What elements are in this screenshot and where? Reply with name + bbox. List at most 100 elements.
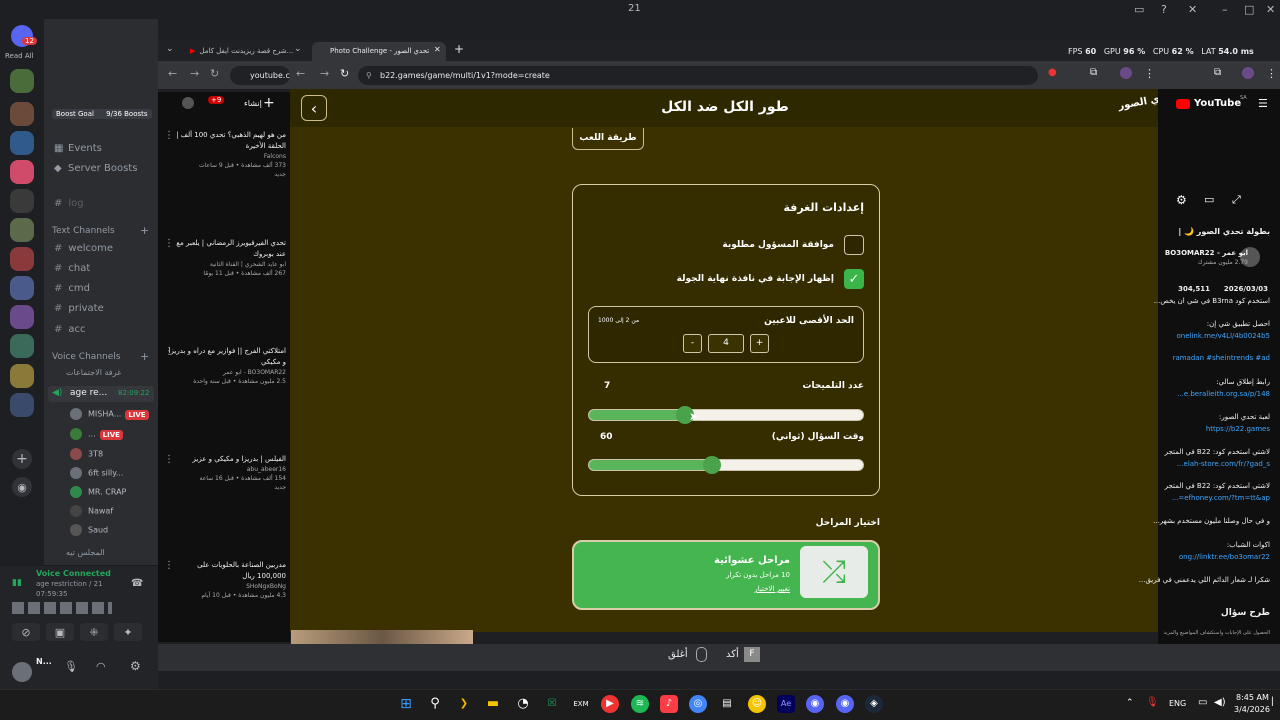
description-link[interactable]: elah-store.com/fr/?gad_s...	[1177, 460, 1270, 468]
add-voice-channel-icon[interactable]: +	[140, 350, 149, 363]
server-icon[interactable]	[10, 305, 34, 329]
server-icon[interactable]	[10, 393, 34, 417]
notifications-icon[interactable]: ▏	[1272, 697, 1278, 706]
voice-user[interactable]: 6ft silly...	[70, 467, 124, 479]
fullscreen-icon[interactable]: ⤢	[1232, 193, 1241, 207]
reload-icon-2[interactable]: ↻	[340, 67, 349, 80]
username[interactable]: N...	[36, 657, 52, 666]
increment-button[interactable]: +	[750, 334, 769, 353]
avatar[interactable]	[182, 97, 194, 109]
discord-icon[interactable]: ◉	[836, 695, 854, 713]
channel-log[interactable]: log	[54, 198, 83, 209]
app-icon[interactable]: ▤	[718, 695, 736, 713]
app-icon[interactable]: ☺	[748, 695, 766, 713]
server-icon[interactable]	[10, 334, 34, 358]
menu-icon[interactable]: ⋮	[1144, 67, 1155, 80]
activities-icon[interactable]: ⁜	[80, 623, 108, 641]
reload-icon[interactable]: ↻	[210, 67, 219, 80]
active-voice-channel[interactable]: ◀) age re... 82:09:22	[48, 386, 154, 402]
url-bar-youtube[interactable]: youtube.com	[230, 66, 290, 85]
video-item[interactable]: ⋮ امتلاكتي الفرج || فوازير مع دراه و بدر…	[164, 346, 286, 386]
tab-list-icon-2[interactable]: ⌄	[294, 44, 302, 54]
forward-icon[interactable]: →	[190, 67, 199, 80]
more-icon[interactable]: ⋮	[164, 346, 174, 357]
camera-off-icon[interactable]: ⊘	[12, 623, 40, 641]
voice-channel-majlis[interactable]: المجلس تيه	[66, 548, 105, 557]
more-icon[interactable]: ⋮	[164, 130, 174, 141]
ask-question-title[interactable]: طرح سؤال	[1221, 608, 1270, 618]
close-hint[interactable]: أغلق	[668, 649, 688, 660]
url-bar[interactable]: ⚲ b22.games/game/multi/1v1?mode=create	[358, 66, 1038, 85]
spotify-icon[interactable]: ≋	[631, 695, 649, 713]
voice-user[interactable]: MR. CRAP	[70, 486, 126, 498]
video-item[interactable]: ⋮ الفيلس | بدريزا و مكيكي و عزيز abu_abe…	[164, 454, 286, 492]
steam-icon[interactable]: ◈	[865, 695, 883, 713]
voice-connected-label[interactable]: Voice Connected	[36, 569, 111, 578]
max-players-input[interactable]: 4	[708, 334, 744, 353]
text-channels-header[interactable]: Text Channels	[52, 226, 115, 236]
video-item[interactable]: ⋮ تحدي الفيرفيويرز الرمضاني | يلعبر مع ع…	[164, 238, 286, 278]
voice-channel-meetings[interactable]: غرفة الاجتماعات	[66, 368, 121, 377]
mic-icon[interactable]: 🎙	[1146, 697, 1159, 708]
video-item[interactable]: ⋮ مدربين الصناعة بالحلويات على 100,000 ر…	[164, 560, 286, 600]
after-effects-icon[interactable]: Ae	[777, 695, 795, 713]
more-icon[interactable]: ⋮	[164, 238, 174, 249]
server-boosts-item[interactable]: Server Boosts	[68, 163, 137, 174]
voice-user[interactable]: 3T8	[70, 448, 103, 460]
server-icon[interactable]	[10, 247, 34, 271]
description-tags[interactable]: ramadan #sheintrends #ad	[1173, 354, 1270, 362]
settings-icon[interactable]: ⚙	[1176, 193, 1187, 207]
description-link[interactable]: https://b22.games	[1206, 425, 1270, 433]
app-icon[interactable]: ☒	[543, 695, 561, 713]
channel-cmd[interactable]: cmd	[54, 283, 90, 294]
miniplayer-icon[interactable]: ▭	[1204, 193, 1214, 206]
headphones-icon[interactable]: ◠	[96, 660, 106, 673]
server-icon[interactable]	[10, 131, 34, 155]
language-indicator[interactable]: ENG	[1169, 699, 1186, 708]
monitor-icon[interactable]: ▭	[1198, 697, 1207, 708]
search-icon[interactable]: ⚲	[426, 695, 444, 713]
server-icon[interactable]	[10, 364, 34, 388]
clock-date[interactable]: 3/4/2026	[1234, 705, 1270, 714]
channel-acc[interactable]: acc	[54, 324, 85, 335]
player-icon[interactable]: ▶	[601, 695, 619, 713]
channel-chat[interactable]: chat	[54, 263, 90, 274]
voice-user[interactable]: MISHA... LIVE	[70, 408, 149, 420]
disconnect-icon[interactable]: ☎	[131, 578, 143, 589]
maximize-button[interactable]: □	[1244, 3, 1254, 16]
hints-slider[interactable]	[588, 406, 864, 424]
menu-icon[interactable]: ☰	[1258, 97, 1268, 110]
voice-channel-status[interactable]: age restriction / 21	[36, 580, 102, 588]
change-selection-link[interactable]: تغيير الاختيار	[754, 585, 790, 593]
menu-icon-2[interactable]: ⋮	[1266, 67, 1277, 80]
server-icon[interactable]	[10, 189, 34, 213]
server-icon[interactable]	[10, 102, 34, 126]
youtube-logo[interactable]: YouTube	[1194, 98, 1241, 109]
show-answer-checkbox[interactable]: ✓	[844, 269, 864, 289]
description-link[interactable]: e.beralleith.org.sa/p/148...	[1177, 390, 1270, 398]
new-tab-icon[interactable]: +	[454, 42, 464, 56]
volume-icon[interactable]: ◀)	[1214, 697, 1226, 708]
boost-goal-bar[interactable]: Boost Goal 9/36 Boosts	[52, 109, 152, 119]
soundboard-icon[interactable]: ✦	[114, 623, 142, 641]
events-item[interactable]: Events	[68, 143, 102, 154]
video-item[interactable]: ⋮ من هو لهيم الذهبي؟ تحدي 100 ألف | الحل…	[164, 130, 286, 179]
chrome-icon[interactable]: ◎	[689, 695, 707, 713]
decrement-button[interactable]: -	[683, 334, 702, 353]
description-link[interactable]: efhoney.com/?tm=tt&ap=...	[1172, 494, 1270, 502]
profile-avatar[interactable]	[1120, 67, 1132, 79]
channel-name[interactable]: ابو عمر - BO3OMAR22	[1165, 249, 1248, 257]
voice-channels-header[interactable]: Voice Channels	[52, 352, 120, 362]
voice-user[interactable]: ... LIVE	[70, 428, 123, 440]
admin-approval-checkbox[interactable]	[844, 235, 864, 255]
monitor-icon[interactable]: ▭	[1134, 3, 1144, 16]
adblock-icon[interactable]: ●	[1048, 67, 1057, 78]
forward-icon-2[interactable]: →	[320, 67, 329, 80]
app-icon[interactable]: EXM	[572, 695, 590, 713]
voice-user[interactable]: Saud	[70, 524, 108, 536]
description-link[interactable]: onelink.me/v4Ll/4b0024b5	[1176, 332, 1270, 340]
create-icon[interactable]: +	[263, 95, 275, 111]
add-channel-icon[interactable]: +	[140, 224, 149, 237]
more-icon[interactable]: ⋮	[164, 560, 174, 571]
tab-list-icon[interactable]: ⌄	[166, 44, 174, 54]
